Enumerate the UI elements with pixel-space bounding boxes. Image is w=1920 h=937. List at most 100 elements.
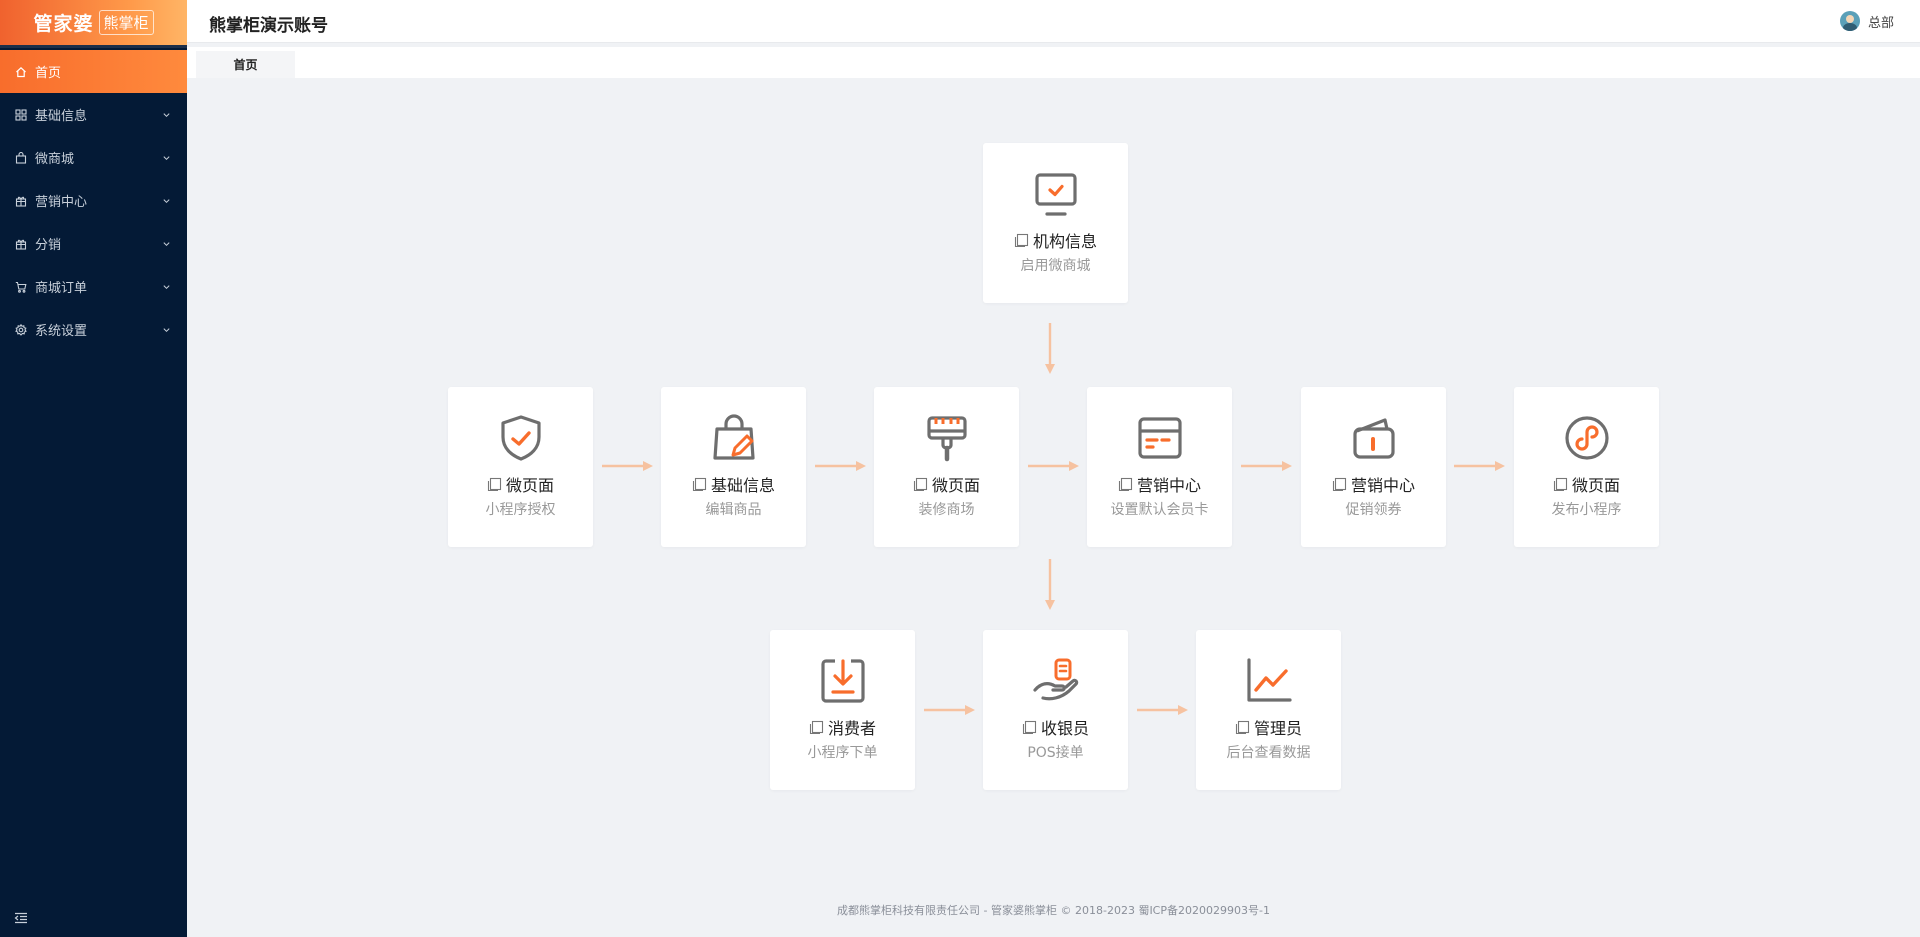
flow-card-edit-product[interactable]: 基础信息 编辑商品: [661, 387, 806, 547]
card-title-text: 消费者: [827, 719, 876, 738]
document-icon: [1332, 477, 1347, 491]
flow-card-org-info[interactable]: 机构信息 启用微商城: [983, 143, 1128, 303]
arrow-right-icon: [924, 705, 975, 715]
sidebar-item-distribution[interactable]: 分销: [0, 222, 187, 265]
footer-copyright: 成都熊掌柜科技有限责任公司 - 管家婆熊掌柜 © 2018-2023 蜀ICP备…: [837, 904, 1270, 917]
tab-home[interactable]: 首页: [196, 51, 295, 78]
monitor-check-icon: [1034, 173, 1077, 216]
flow-card-admin[interactable]: 管理员 后台查看数据: [1196, 630, 1341, 790]
document-icon: [487, 477, 502, 491]
card-subtitle: 启用微商城: [1020, 258, 1091, 274]
flow-card-mini-program-auth[interactable]: 微页面 小程序授权: [448, 387, 593, 547]
document-icon: [1118, 477, 1133, 491]
card-title: 营销中心: [1301, 472, 1446, 496]
document-icon: [1014, 233, 1029, 247]
arrow-right-icon: [1028, 461, 1079, 471]
card-subtitle: 小程序下单: [807, 745, 878, 761]
sidebar-item-label: 基础信息: [35, 109, 88, 124]
sidebar-item-label: 微商城: [35, 152, 75, 167]
arrow-right-icon: [1137, 705, 1188, 715]
card-subtitle: 发布小程序: [1551, 502, 1622, 518]
arrow-right-icon: [1241, 461, 1292, 471]
arrow-right-icon: [815, 461, 866, 471]
card-title-text: 微页面: [1571, 476, 1620, 495]
flow-card-cashier[interactable]: 收银员 POS接单: [983, 630, 1128, 790]
sidebar-item-label: 分销: [35, 238, 62, 253]
top-header: 熊掌柜演示账号 总部: [187, 0, 1920, 43]
chevron-down-icon: [163, 241, 170, 246]
hand-coin-icon: [1032, 658, 1078, 701]
brush-icon: [926, 416, 967, 462]
avatar[interactable]: [1839, 11, 1860, 31]
chevron-down-icon: [163, 198, 170, 203]
card-subtitle: POS接单: [1027, 745, 1084, 761]
wallet-icon: [1352, 418, 1395, 459]
card-title: 消费者: [770, 715, 915, 739]
arrow-down-icon: [1045, 559, 1055, 610]
page-title: 熊掌柜演示账号: [209, 16, 328, 36]
logo[interactable]: 管家婆 熊掌柜: [0, 0, 187, 48]
card-title: 基础信息: [661, 472, 806, 496]
card-title: 管理员: [1196, 715, 1341, 739]
sidebar-item-label: 商城订单: [35, 281, 88, 296]
document-icon: [1022, 720, 1037, 734]
user-menu[interactable]: 总部: [1839, 11, 1894, 31]
card-subtitle: 编辑商品: [705, 502, 762, 518]
card-title-text: 营销中心: [1350, 476, 1415, 495]
card-title: 机构信息: [983, 228, 1128, 252]
logo-sub: 熊掌柜: [98, 10, 154, 35]
document-icon: [1553, 477, 1568, 491]
flow-card-consumer[interactable]: 消费者 小程序下单: [770, 630, 915, 790]
sidebar-item-micro-mall[interactable]: 微商城: [0, 136, 187, 179]
sidebar-menu: 首页 基础信息 微商城 营销中心 分销 商城订单 系统设置: [0, 50, 187, 351]
mini-program-icon: [1564, 416, 1609, 460]
arrow-right-icon: [1454, 461, 1505, 471]
cart-icon: [14, 280, 28, 294]
sidebar-item-home[interactable]: 首页: [0, 50, 187, 93]
gift-icon: [14, 194, 28, 208]
card-subtitle: 装修商场: [918, 502, 975, 518]
card-subtitle: 促销领券: [1345, 502, 1402, 518]
sidebar-item-marketing[interactable]: 营销中心: [0, 179, 187, 222]
document-icon: [692, 477, 707, 491]
flow-card-member-card[interactable]: 营销中心 设置默认会员卡: [1087, 387, 1232, 547]
collapse-menu-icon[interactable]: [14, 911, 28, 925]
card-title-text: 基础信息: [710, 476, 775, 495]
line-chart-icon: [1246, 658, 1292, 702]
card-title-text: 营销中心: [1136, 476, 1201, 495]
sidebar-item-system-settings[interactable]: 系统设置: [0, 308, 187, 351]
sidebar-item-mall-orders[interactable]: 商城订单: [0, 265, 187, 308]
main-content: 机构信息 启用微商城 微页面 小程序授权 基础信息 编辑商品 微页面 装修商场 …: [187, 78, 1920, 937]
sidebar: 管家婆 熊掌柜 首页 基础信息 微商城 营销中心 分销 商城订单 系统设置: [0, 0, 187, 937]
card-title: 收银员: [983, 715, 1128, 739]
tab-bar: 首页: [187, 47, 1920, 78]
chevron-down-icon: [163, 155, 170, 160]
flow-card-publish-mini-program[interactable]: 微页面 发布小程序: [1514, 387, 1659, 547]
home-icon: [14, 65, 28, 79]
card-title: 营销中心: [1087, 472, 1232, 496]
card-subtitle: 后台查看数据: [1226, 745, 1311, 761]
sidebar-item-label: 系统设置: [35, 324, 88, 339]
gear-icon: [14, 323, 28, 337]
download-box-icon: [820, 659, 865, 703]
document-icon: [913, 477, 928, 491]
grid-icon: [14, 108, 28, 122]
bag-icon: [14, 151, 28, 165]
gift-icon: [14, 237, 28, 251]
sidebar-item-basic-info[interactable]: 基础信息: [0, 93, 187, 136]
card-subtitle: 小程序授权: [485, 502, 556, 518]
arrow-right-icon: [602, 461, 653, 471]
logo-brand: 管家婆: [33, 13, 94, 35]
user-name[interactable]: 总部: [1868, 12, 1894, 31]
card-title-text: 微页面: [931, 476, 980, 495]
card-title: 微页面: [874, 472, 1019, 496]
card-title-text: 机构信息: [1032, 232, 1097, 251]
document-icon: [1235, 720, 1250, 734]
bag-edit-icon: [712, 414, 755, 460]
flow-card-coupon[interactable]: 营销中心 促销领券: [1301, 387, 1446, 547]
flow-card-decorate-mall[interactable]: 微页面 装修商场: [874, 387, 1019, 547]
document-icon: [809, 720, 824, 734]
chevron-down-icon: [163, 112, 170, 117]
card-title-text: 收银员: [1040, 719, 1089, 738]
shield-check-icon: [500, 415, 541, 461]
